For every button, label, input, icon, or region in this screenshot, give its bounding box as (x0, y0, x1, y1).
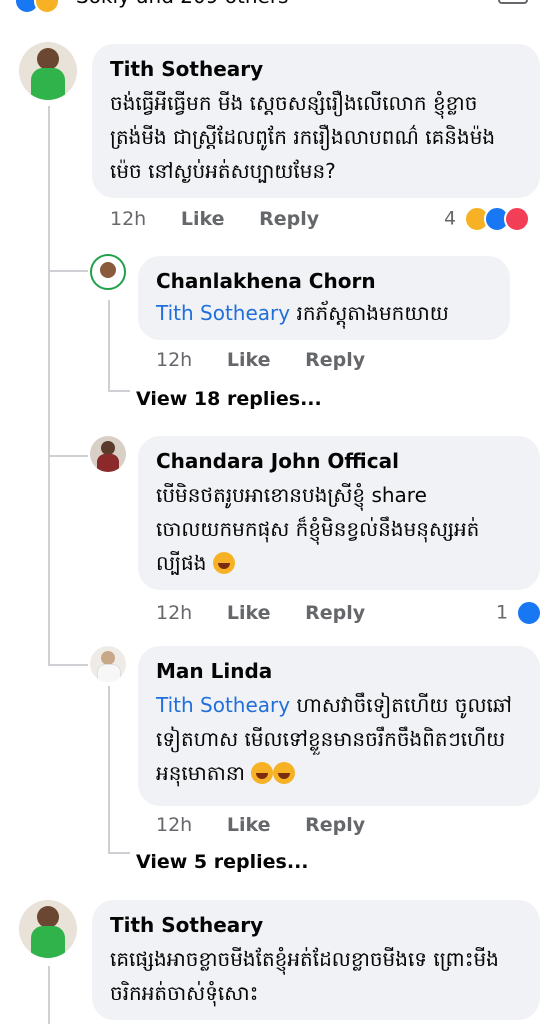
love-icon (504, 206, 531, 232)
thread-line (48, 966, 50, 1024)
view-replies-link[interactable]: View 18 replies... (136, 388, 322, 410)
comment-author[interactable]: Chanlakhena Chorn (156, 268, 492, 294)
mention-link[interactable]: Tith Sotheary (156, 301, 290, 325)
comment-author[interactable]: Tith Sotheary (110, 912, 522, 938)
wink-emoji-icon (212, 552, 235, 574)
comment-bubble[interactable]: Tith Sotheary គេផ្សេងអាចខ្លាចមីងតែខ្ញុំអ… (92, 900, 540, 1020)
thread-branch (48, 455, 88, 457)
comment-time[interactable]: 12h (156, 349, 192, 371)
reactions-summary-text: Sokly and 209 others (76, 0, 288, 8)
avatar[interactable] (90, 436, 126, 472)
reply-button[interactable]: Reply (259, 208, 319, 230)
thread-line (48, 106, 50, 666)
reaction-summary[interactable]: 4 (444, 206, 531, 232)
like-button[interactable]: Like (227, 814, 271, 836)
comment-bubble[interactable]: Man Linda Tith Sotheary ហាសវាចឹទៀតហើយ ចូ… (138, 646, 540, 806)
like-icon (516, 600, 543, 626)
like-button[interactable]: Like (181, 208, 225, 230)
comment-author[interactable]: Tith Sotheary (110, 56, 522, 82)
comment-author[interactable]: Chandara John Offical (156, 448, 522, 474)
comment-text: ចង់ធ្វើអីធ្វើមក មីង ស្តេចសន្សំរឿងលើលោក ខ… (110, 91, 496, 183)
comment-actions: 12h Like Reply (156, 349, 393, 371)
share-icon[interactable] (498, 0, 528, 4)
comment-time[interactable]: 12h (110, 208, 146, 230)
laughing-emoji-icon (251, 762, 274, 784)
comment-text: គេផ្សេងអាចខ្លាចមីងតែខ្ញុំអត់ដែលខ្លាចមីងទ… (110, 947, 499, 1005)
like-button[interactable]: Like (227, 602, 271, 624)
reaction-count: 1 (496, 601, 509, 624)
reply-button[interactable]: Reply (305, 602, 365, 624)
thread-line (108, 300, 110, 390)
comment-bubble[interactable]: Tith Sotheary ចង់ធ្វើអីធ្វើមក មីង ស្តេចស… (92, 44, 540, 198)
avatar[interactable] (19, 900, 77, 958)
view-replies-link[interactable]: View 5 replies... (136, 851, 309, 873)
reaction-summary[interactable]: 1 (496, 600, 543, 626)
reply-button[interactable]: Reply (305, 814, 365, 836)
comment-time[interactable]: 12h (156, 814, 192, 836)
reply-button[interactable]: Reply (305, 349, 365, 371)
comment-bubble[interactable]: Chanlakhena Chorn Tith Sotheary រកភ័ស្តុ… (138, 256, 510, 340)
laughing-emoji-icon (273, 762, 296, 784)
thread-branch (108, 852, 130, 854)
comment-text: បើមិនថតរូបអាខោនបងស្រីខ្ញុំ share ចោលយកមក… (156, 478, 522, 580)
mention-link[interactable]: Tith Sotheary (156, 693, 290, 717)
reaction-icons (14, 0, 60, 14)
reaction-count: 4 (444, 207, 457, 230)
thread-branch (48, 270, 88, 272)
comment-text: Tith Sotheary រកភ័ស្តុតាងមកយាយ (156, 296, 492, 330)
avatar[interactable] (90, 646, 126, 682)
comment-body: រកភ័ស្តុតាងមកយាយ (296, 301, 449, 325)
comment-body: បើមិនថតរូបអាខោនបងស្រីខ្ញុំ share ចោលយកមក… (156, 483, 480, 575)
comment-author[interactable]: Man Linda (156, 658, 522, 684)
avatar[interactable] (19, 42, 77, 100)
comment-actions: 12h Like Reply (110, 208, 347, 230)
thread-line (108, 686, 110, 852)
comment-actions: 12h Like Reply (156, 814, 393, 836)
comment-bubble[interactable]: Chandara John Offical បើមិនថតរូបអាខោនបងស… (138, 436, 540, 590)
like-button[interactable]: Like (227, 349, 271, 371)
comment-text: Tith Sotheary ហាសវាចឹទៀតហើយ ចូលឆៅទៀតហាស … (156, 688, 522, 790)
comment-actions: 12h Like Reply (156, 602, 393, 624)
avatar[interactable] (90, 254, 126, 290)
reactions-summary[interactable]: Sokly and 209 others (0, 0, 559, 14)
thread-branch (48, 664, 88, 666)
comment-time[interactable]: 12h (156, 602, 192, 624)
thread-branch (108, 390, 130, 392)
